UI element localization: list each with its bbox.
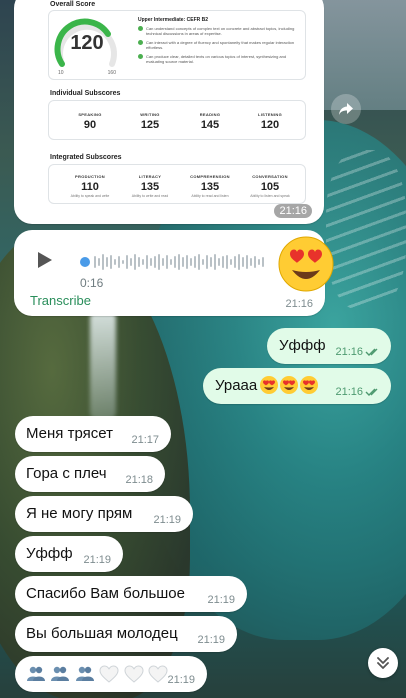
message-time: 21:16	[335, 386, 363, 398]
message-text: Вы большая молодец	[26, 625, 178, 642]
message-text: Я не могу прям	[26, 505, 133, 522]
outgoing-message[interactable]: Урааа 21:16	[203, 368, 391, 404]
subscore-reading: READING 145	[199, 112, 221, 131]
transcribe-button[interactable]: Transcribe	[30, 293, 91, 308]
overall-score-value: 120	[70, 32, 104, 54]
subscore-conversation: CONVERSATION 105 Ability to listen and spe…	[250, 174, 290, 198]
people-silhouette-icon	[27, 666, 45, 681]
outgoing-message[interactable]: Уффф 21:16	[267, 328, 391, 364]
incoming-message[interactable]: Спасибо Вам большое 21:19	[15, 576, 247, 612]
message-time: 21:19	[207, 594, 235, 606]
incoming-message[interactable]: Уффф 21:19	[15, 536, 123, 572]
share-button[interactable]	[331, 94, 361, 124]
level-point: Can interact with a degree of fluency an…	[138, 40, 298, 50]
integrated-subscores-title: Integrated Subscores	[50, 154, 122, 161]
message-time: 21:16	[285, 298, 313, 310]
image-message[interactable]: Overall Score 120 10 160 Upper Intermedi…	[14, 0, 324, 224]
overall-score-title: Overall Score	[50, 1, 96, 8]
double-check-icon	[365, 388, 378, 396]
gauge-max: 160	[107, 70, 116, 76]
level-point: Can produce clear, detailed texts on var…	[138, 54, 298, 64]
subscore-writing: WRITING 125	[140, 112, 160, 131]
heart-eyes-emoji-icon	[280, 376, 298, 394]
subscore-literacy: LITERACY 135 Ability to write and read	[131, 174, 169, 198]
double-chevron-down-icon	[377, 657, 389, 669]
individual-subscores-title: Individual Subscores	[50, 90, 121, 97]
voice-duration: 0:16	[80, 276, 104, 290]
people-silhouette-icon	[75, 666, 94, 681]
heart-eyes-emoji-icon	[260, 376, 278, 394]
message-time: 21:16	[274, 204, 312, 218]
message-text: Уффф	[26, 545, 73, 562]
message-text: Спасибо Вам большое	[26, 585, 185, 602]
white-heart-icon	[124, 665, 144, 683]
incoming-message[interactable]: Гора с плеч 21:18	[15, 456, 165, 492]
heart-eyes-emoji-icon	[278, 236, 334, 292]
score-certificate-image: Overall Score 120 10 160 Upper Intermedi…	[22, 0, 316, 214]
message-time: 21:19	[83, 554, 111, 566]
double-check-icon	[365, 348, 378, 356]
incoming-message[interactable]: Я не могу прям 21:19	[15, 496, 193, 532]
people-silhouette-icon	[51, 666, 70, 681]
message-text: Урааа	[215, 377, 258, 394]
message-text: Гора с плеч	[26, 465, 107, 482]
subscore-listening: LISTENING 120	[257, 112, 283, 131]
message-time: 21:18	[125, 474, 153, 486]
message-time: 21:17	[131, 434, 159, 446]
voice-message: 0:16 Transcribe 21:16	[14, 230, 334, 316]
message-text: Уффф	[279, 337, 326, 354]
message-time: 21:19	[197, 634, 225, 646]
white-heart-icon	[99, 665, 119, 683]
incoming-message[interactable]: Вы большая молодец 21:19	[15, 616, 237, 652]
message-time: 21:16	[335, 346, 363, 358]
message-time: 21:19	[153, 514, 181, 526]
incoming-message[interactable]: Меня трясет 21:17	[15, 416, 171, 452]
score-gauge: 120 10 160	[52, 16, 122, 76]
gauge-min: 10	[58, 70, 64, 76]
voice-waveform[interactable]	[80, 252, 270, 272]
subscore-production: PRODUCTION 110 Ability to speak and write	[70, 174, 110, 198]
message-text: Меня трясет	[26, 425, 113, 442]
scroll-down-button[interactable]	[368, 648, 398, 678]
share-arrow-icon	[339, 103, 353, 115]
message-time: 21:19	[167, 674, 195, 686]
subscore-comprehension: COMPREHENSION 135 Ability to read and list…	[190, 174, 230, 198]
emoji-row	[26, 664, 168, 684]
white-heart-icon	[148, 665, 168, 683]
level-point: Can understand concepts of complex text …	[138, 26, 298, 36]
subscore-speaking: SPEAKING 90	[78, 112, 102, 131]
wallpaper-surf	[326, 150, 406, 310]
heart-eyes-emoji-icon	[300, 376, 318, 394]
play-icon[interactable]	[38, 252, 52, 268]
incoming-message[interactable]: 21:19	[15, 656, 207, 692]
heart-eyes-emoji-row	[259, 375, 319, 395]
wallpaper-waterfall	[90, 310, 116, 420]
level-title: Upper Intermediate: CEFR B2	[138, 17, 209, 23]
